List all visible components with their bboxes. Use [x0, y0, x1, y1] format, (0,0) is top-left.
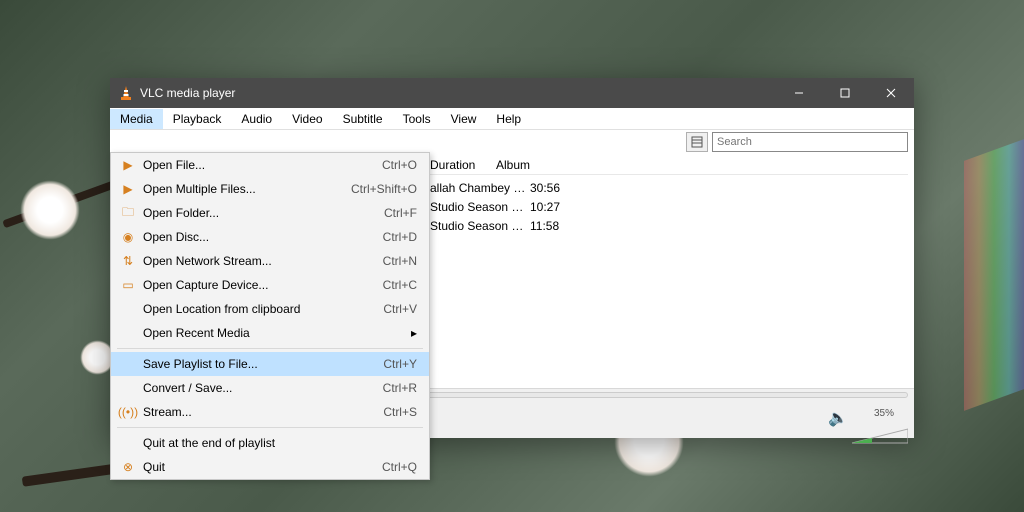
menu-open-clipboard[interactable]: Open Location from clipboard Ctrl+V — [111, 297, 429, 321]
close-button[interactable] — [868, 78, 914, 108]
menu-open-network[interactable]: ⇅ Open Network Stream... Ctrl+N — [111, 249, 429, 273]
folder-icon: 🗀 — [119, 203, 137, 224]
column-album[interactable]: Album — [496, 158, 908, 172]
menu-audio[interactable]: Audio — [231, 109, 282, 129]
files-play-icon: ▶ — [119, 182, 137, 196]
menubar: Media Playback Audio Video Subtitle Tool… — [110, 108, 914, 130]
maximize-button[interactable] — [822, 78, 868, 108]
submenu-arrow-icon: ▸ — [411, 326, 421, 340]
track-row[interactable]: Studio Season 9_ ... 11:58 — [430, 216, 908, 235]
menu-separator — [117, 427, 423, 428]
menu-separator — [117, 348, 423, 349]
menu-quit[interactable]: ⊗ Quit Ctrl+Q — [111, 455, 429, 479]
menu-tools[interactable]: Tools — [393, 109, 441, 129]
speaker-icon[interactable]: 🔈 — [828, 408, 848, 428]
track-duration: 10:27 — [530, 200, 596, 214]
content-area: Duration Album allah Chambey Di Bo... 30… — [110, 130, 914, 388]
titlebar: VLC media player — [110, 78, 914, 108]
menu-media[interactable]: Media — [110, 109, 163, 129]
menu-save-playlist[interactable]: Save Playlist to File... Ctrl+Y — [111, 352, 429, 376]
minimize-button[interactable] — [776, 78, 822, 108]
menu-open-file[interactable]: ▶ Open File... Ctrl+O — [111, 153, 429, 177]
network-icon: ⇅ — [119, 254, 137, 268]
track-title: Studio Season 8 - ... — [430, 200, 530, 214]
stream-icon: ((•)) — [119, 405, 137, 419]
track-duration: 30:56 — [530, 181, 596, 195]
menu-view[interactable]: View — [441, 109, 487, 129]
track-title: Studio Season 9_ ... — [430, 219, 530, 233]
menu-help[interactable]: Help — [486, 109, 531, 129]
file-play-icon: ▶ — [119, 158, 137, 172]
menu-quit-end[interactable]: Quit at the end of playlist — [111, 431, 429, 455]
search-input[interactable] — [712, 132, 908, 152]
menu-open-capture[interactable]: ▭ Open Capture Device... Ctrl+C — [111, 273, 429, 297]
track-title: allah Chambey Di Bo... — [430, 181, 530, 195]
view-toggle-button[interactable] — [686, 132, 708, 152]
volume-slider[interactable]: 35% — [852, 409, 908, 427]
vlc-cone-icon — [118, 85, 134, 101]
track-row[interactable]: Studio Season 8 - ... 10:27 — [430, 197, 908, 216]
track-duration: 11:58 — [530, 219, 596, 233]
quit-icon: ⊗ — [119, 460, 137, 474]
volume-percent: 35% — [874, 408, 894, 419]
column-headers: Duration Album — [430, 158, 908, 175]
list-icon — [691, 136, 703, 148]
menu-subtitle[interactable]: Subtitle — [333, 109, 393, 129]
track-row[interactable]: allah Chambey Di Bo... 30:56 — [430, 178, 908, 197]
capture-icon: ▭ — [119, 278, 137, 292]
menu-open-folder[interactable]: 🗀 Open Folder... Ctrl+F — [111, 201, 429, 225]
app-window: VLC media player Media Playback Audio Vi… — [110, 78, 914, 438]
menu-open-multiple[interactable]: ▶ Open Multiple Files... Ctrl+Shift+O — [111, 177, 429, 201]
media-dropdown: ▶ Open File... Ctrl+O ▶ Open Multiple Fi… — [110, 152, 430, 480]
disc-icon: ◉ — [119, 230, 137, 244]
window-title: VLC media player — [140, 86, 776, 100]
menu-video[interactable]: Video — [282, 109, 332, 129]
track-list: allah Chambey Di Bo... 30:56 Studio Seas… — [430, 178, 908, 235]
menu-stream[interactable]: ((•)) Stream... Ctrl+S — [111, 400, 429, 424]
menu-open-disc[interactable]: ◉ Open Disc... Ctrl+D — [111, 225, 429, 249]
column-duration[interactable]: Duration — [430, 158, 496, 172]
menu-open-recent[interactable]: Open Recent Media ▸ — [111, 321, 429, 345]
menu-convert-save[interactable]: Convert / Save... Ctrl+R — [111, 376, 429, 400]
menu-playback[interactable]: Playback — [163, 109, 232, 129]
